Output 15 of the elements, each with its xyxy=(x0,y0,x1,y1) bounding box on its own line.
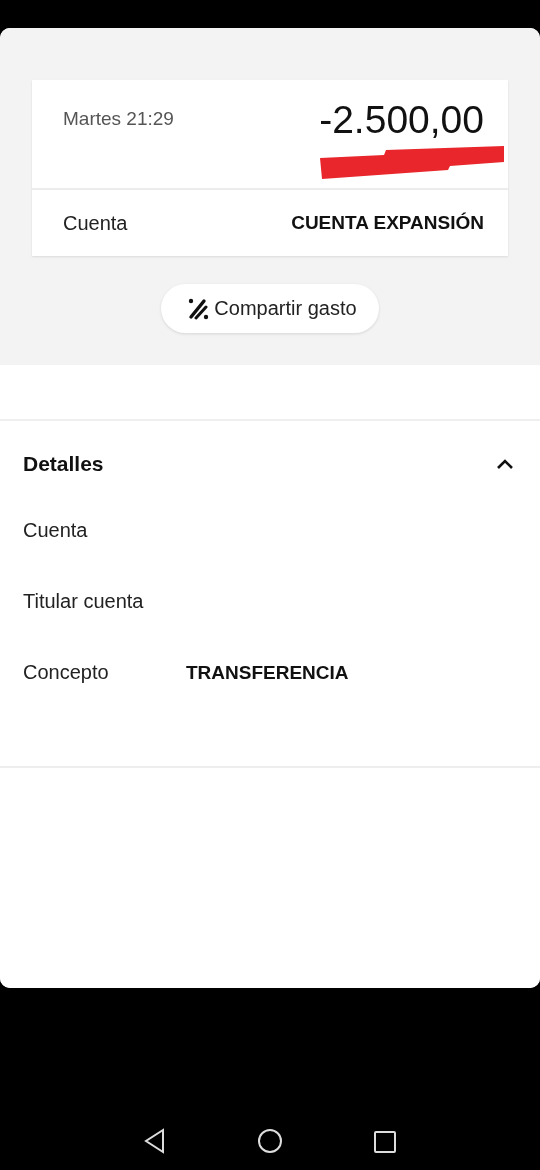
detail-label: Concepto xyxy=(23,661,110,684)
chevron-icon[interactable] xyxy=(496,458,514,470)
account-value: CUENTA EXPANSIÓN xyxy=(291,212,484,234)
detail-value: TRANSFERENCIA xyxy=(186,661,349,684)
account-label: Cuenta xyxy=(63,211,128,235)
date-time: Martes 21:29 xyxy=(63,108,174,131)
home-icon[interactable] xyxy=(257,1128,283,1154)
back-icon[interactable] xyxy=(143,1128,167,1154)
amount: -2.500,00 xyxy=(319,98,484,142)
detail-label: Titular cuenta xyxy=(23,590,145,613)
share-button[interactable]: Compartir gasto xyxy=(161,284,379,333)
section-title: Detalles xyxy=(23,452,104,476)
recents-icon[interactable] xyxy=(373,1130,397,1154)
detail-label: Cuenta xyxy=(23,519,89,542)
percent-icon xyxy=(187,297,210,320)
